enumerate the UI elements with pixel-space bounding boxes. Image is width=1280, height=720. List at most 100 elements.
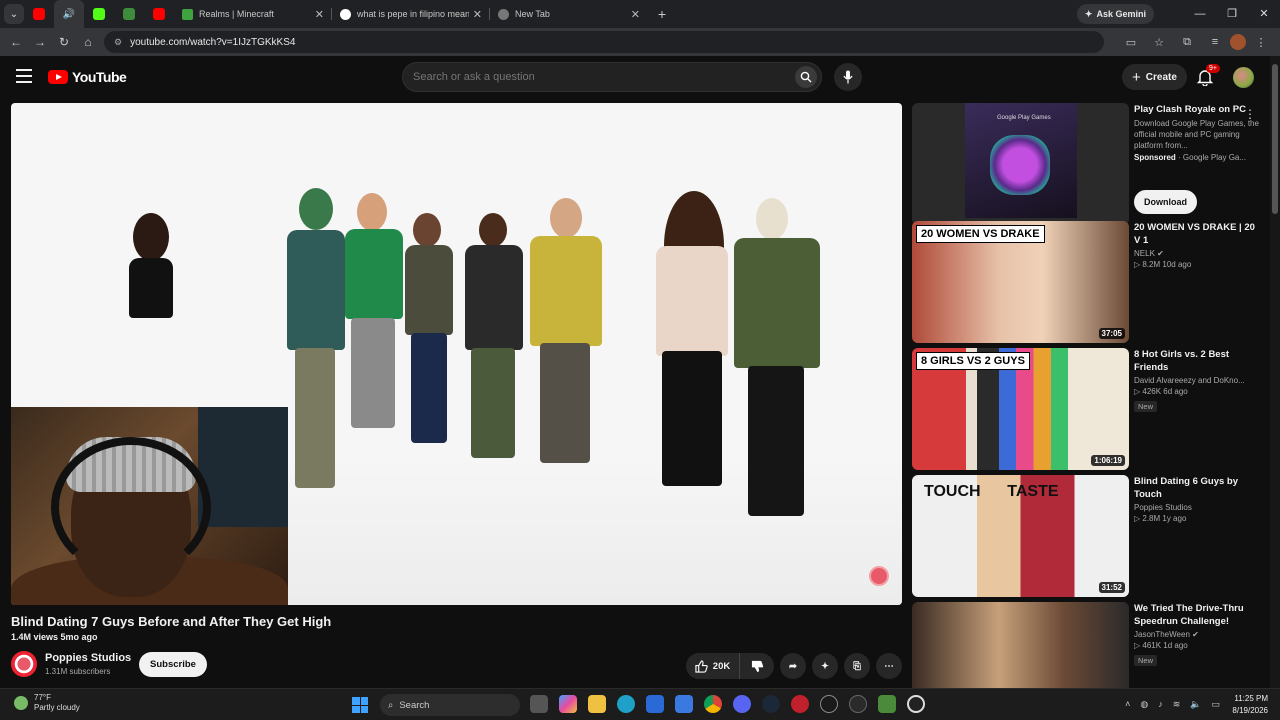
like-button[interactable]: 20K [686, 653, 740, 679]
close-window-icon[interactable]: ✕ [1248, 0, 1280, 28]
hamburger-menu-icon[interactable] [16, 69, 32, 83]
sidebar-video[interactable]: We Tried The Drive-Thru Speedrun Challen… [912, 602, 1268, 688]
search-input[interactable] [403, 63, 763, 91]
more-horizontal-icon: ⋯ [884, 660, 894, 672]
scrollbar-thumb[interactable] [1272, 64, 1278, 214]
weather-widget[interactable]: 77°F Partly cloudy [14, 693, 80, 713]
channel-name[interactable]: Poppies Studios [1134, 503, 1260, 512]
dislike-button[interactable] [740, 660, 774, 673]
subscribe-button[interactable]: Subscribe [139, 652, 207, 677]
sidebar-video[interactable]: TOUCH TASTE 31:52 Blind Dating 6 Guys by… [912, 475, 1268, 597]
create-button[interactable]: + Create [1122, 64, 1187, 90]
ad-thumb-label: Google Play Games [997, 115, 1051, 121]
profile-avatar[interactable] [1230, 34, 1246, 50]
more-actions-button[interactable]: ⋯ [876, 653, 902, 679]
channel-name[interactable]: NELK ✔ [1134, 249, 1260, 258]
pinned-tab-kick[interactable] [84, 0, 114, 28]
pinned-tab-youtube-2[interactable] [144, 0, 174, 28]
video-duration: 37:05 [1098, 328, 1125, 339]
youtube-logo[interactable]: YouTube [48, 69, 127, 85]
extensions-icon[interactable]: ⧉ [1174, 36, 1200, 49]
minecraft-icon[interactable] [878, 695, 896, 713]
tab-new-tab[interactable]: New Tab ✕ [490, 0, 648, 28]
mic-tray-icon[interactable]: ♪ [1158, 699, 1163, 710]
close-tab-icon[interactable]: ✕ [315, 8, 324, 21]
forward-icon[interactable]: → [28, 35, 52, 49]
chrome-icon[interactable] [704, 695, 722, 713]
close-tab-icon[interactable]: ✕ [631, 8, 640, 21]
microphone-icon[interactable] [834, 63, 862, 91]
new-tab-button[interactable]: + [648, 6, 676, 22]
ad-thumbnail[interactable]: Google Play Games [912, 103, 1129, 225]
battery-icon[interactable]: ▭ [1211, 699, 1220, 710]
ad-title[interactable]: Play Clash Royale on PC [1134, 103, 1260, 116]
video-person [726, 198, 826, 528]
tab-realms[interactable]: Realms | Minecraft ✕ [174, 0, 332, 28]
edge-icon[interactable] [617, 695, 635, 713]
account-avatar[interactable] [1233, 67, 1254, 88]
store-icon[interactable] [646, 695, 664, 713]
pinned-tab-dollar[interactable] [114, 0, 144, 28]
like-count: 20K [712, 660, 731, 672]
channel-name[interactable]: JasonTheWeen ✔ [1134, 630, 1260, 639]
reading-list-icon[interactable]: ≡ [1202, 36, 1228, 48]
video-title[interactable]: We Tried The Drive-Thru Speedrun Challen… [1134, 602, 1260, 628]
ask-gemini-button[interactable]: ✦ Ask Gemini [1076, 4, 1154, 24]
task-view-icon[interactable] [530, 695, 548, 713]
discord-icon[interactable] [733, 695, 751, 713]
site-info-icon[interactable]: ⚙ [114, 37, 122, 48]
url-text: youtube.com/watch?v=1IJzTGKkKS4 [130, 36, 296, 48]
sidebar-ad[interactable]: Google Play Games Play Clash Royale on P… [912, 103, 1268, 225]
video-thumbnail[interactable]: 8 GIRLS VS 2 GUYS 1:06:19 [912, 348, 1129, 470]
pinned-tab-audio[interactable]: 🔊 [54, 0, 84, 28]
minimize-icon[interactable]: — [1184, 0, 1216, 28]
back-icon[interactable]: ← [4, 35, 28, 49]
sidebar-video[interactable]: 20 WOMEN VS DRAKE 37:05 20 WOMEN VS DRAK… [912, 221, 1268, 343]
video-thumbnail[interactable]: TOUCH TASTE 31:52 [912, 475, 1129, 597]
taskbar-search[interactable]: ⌕ Search [380, 694, 520, 716]
video-thumbnail[interactable] [912, 602, 1129, 688]
tab-search-google[interactable]: what is pepe in filipino meaning ✕ [332, 0, 490, 28]
ask-ai-button[interactable]: ✦ [812, 653, 838, 679]
thumbnail-banner: TOUCH TASTE [924, 483, 1059, 500]
page-scrollbar[interactable] [1270, 56, 1280, 688]
wifi-icon[interactable]: ≋ [1173, 699, 1181, 710]
channel-name[interactable]: Poppies Studios [45, 652, 131, 664]
menu-icon[interactable]: ⋮ [1248, 36, 1274, 49]
taskbar-clock[interactable]: 11:25 PM 8/19/2026 [1232, 693, 1268, 717]
more-options-icon[interactable]: ⋮ [1244, 107, 1256, 121]
pinned-tab-youtube[interactable] [24, 0, 54, 28]
file-explorer-icon[interactable] [588, 695, 606, 713]
video-player[interactable] [11, 103, 902, 605]
share-button[interactable]: ➦ [780, 653, 806, 679]
bookmark-star-icon[interactable]: ☆ [1146, 36, 1172, 49]
sidebar-video[interactable]: 8 GIRLS VS 2 GUYS 1:06:19 8 Hot Girls vs… [912, 348, 1268, 470]
video-title[interactable]: 20 WOMEN VS DRAKE | 20 V 1 [1134, 221, 1260, 247]
restore-icon[interactable]: ❐ [1216, 0, 1248, 28]
video-title[interactable]: 8 Hot Girls vs. 2 Best Friends [1134, 348, 1260, 374]
video-title[interactable]: Blind Dating 6 Guys by Touch [1134, 475, 1260, 501]
save-button[interactable]: ⎘ [844, 653, 870, 679]
steam-icon[interactable] [762, 695, 780, 713]
volume-icon[interactable]: 🔈 [1190, 699, 1201, 710]
close-tab-icon[interactable]: ✕ [473, 8, 482, 21]
download-button[interactable]: Download [1134, 190, 1197, 214]
app-gray-icon[interactable] [849, 695, 867, 713]
channel-name[interactable]: David Alvareeezy and DoKno... [1134, 376, 1260, 385]
mail-icon[interactable] [675, 695, 693, 713]
reload-icon[interactable]: ↻ [52, 35, 76, 49]
search-icon[interactable] [795, 66, 817, 88]
chevron-up-icon[interactable]: ˄ [1125, 699, 1130, 710]
app-red-icon[interactable] [791, 695, 809, 713]
url-field[interactable]: ⚙ youtube.com/watch?v=1IJzTGKkKS4 [104, 31, 1104, 53]
channel-avatar[interactable] [11, 651, 37, 677]
obs-icon[interactable] [907, 695, 925, 713]
cast-icon[interactable]: ▭ [1118, 36, 1144, 49]
home-icon[interactable]: ⌂ [76, 35, 100, 49]
copilot-icon[interactable] [559, 695, 577, 713]
upwork-icon[interactable] [820, 695, 838, 713]
video-thumbnail[interactable]: 20 WOMEN VS DRAKE 37:05 [912, 221, 1129, 343]
network-icon[interactable]: ◍ [1140, 699, 1148, 710]
tab-search-button[interactable]: ⌄ [4, 4, 24, 24]
windows-start-icon[interactable] [352, 697, 368, 713]
